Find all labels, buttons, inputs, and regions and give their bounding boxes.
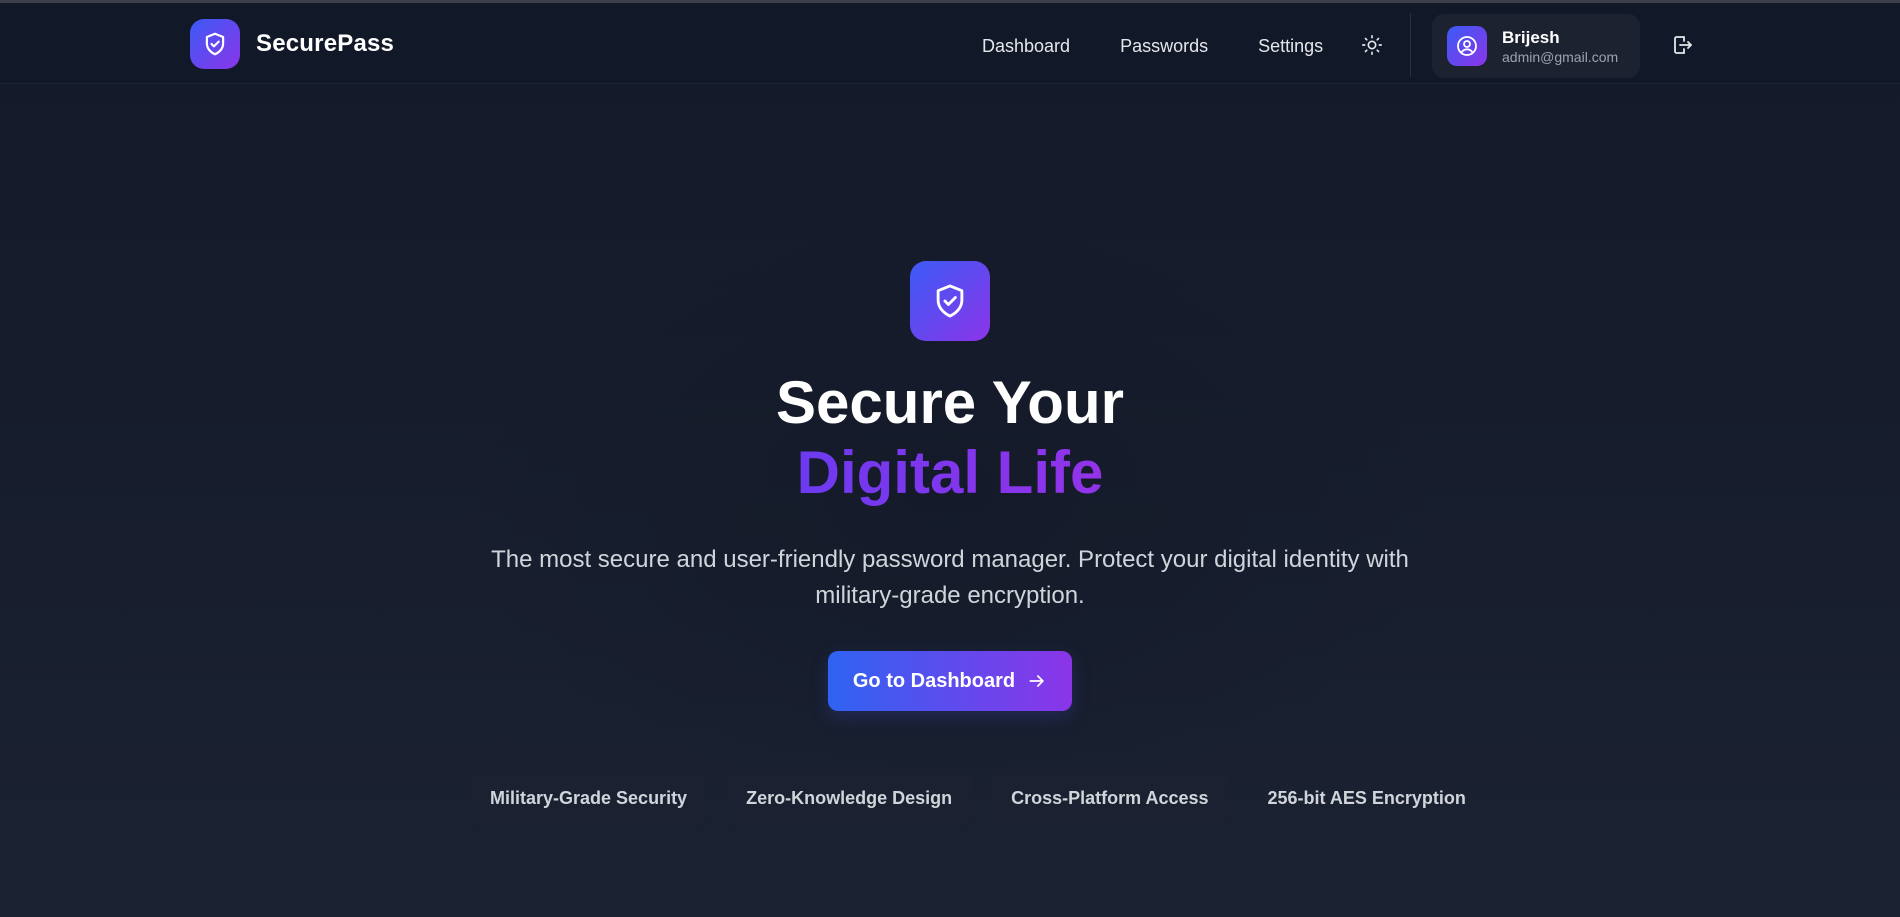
sun-icon bbox=[1362, 35, 1382, 55]
logout-button[interactable] bbox=[1669, 32, 1695, 58]
feature-list: Military-Grade Security Zero-Knowledge D… bbox=[470, 770, 1486, 826]
shield-check-icon bbox=[910, 261, 990, 341]
brand[interactable]: SecurePass bbox=[190, 19, 394, 69]
arrow-right-icon bbox=[1029, 675, 1044, 687]
user-info: Brijesh admin@gmail.com bbox=[1502, 27, 1618, 66]
hero-title-highlight-text: Digital Life bbox=[796, 439, 1104, 506]
nav-link-passwords[interactable]: Passwords bbox=[1120, 36, 1208, 57]
brand-name: SecurePass bbox=[256, 30, 395, 57]
user-menu[interactable]: Brijesh admin@gmail.com bbox=[1432, 14, 1640, 78]
hero-title-highlight: Digital Life bbox=[0, 438, 1900, 508]
cta-label: Go to Dashboard bbox=[852, 669, 1016, 692]
nav-link-dashboard[interactable]: Dashboard bbox=[982, 36, 1070, 57]
go-to-dashboard-button[interactable]: Go to Dashboard bbox=[828, 651, 1072, 711]
hero-subtitle: The most secure and user-friendly passwo… bbox=[491, 546, 1409, 609]
feature-badge: 256-bit AES Encryption bbox=[1267, 787, 1466, 808]
hero-title: Secure Your bbox=[776, 369, 1124, 436]
nav-divider bbox=[1410, 13, 1411, 77]
feature-badge: Zero-Knowledge Design bbox=[726, 770, 973, 826]
user-name: Brijesh bbox=[1502, 27, 1560, 47]
logout-icon bbox=[1674, 36, 1692, 54]
user-email: admin@gmail.com bbox=[1502, 48, 1619, 65]
user-circle-icon bbox=[1447, 26, 1487, 66]
feature-badge: Military-Grade Security bbox=[470, 770, 708, 826]
navbar: SecurePass Dashboard Passwords Settings bbox=[0, 3, 1900, 84]
feature-badge: Cross-Platform Access bbox=[991, 770, 1229, 826]
shield-check-icon bbox=[190, 19, 240, 69]
nav-links: Dashboard Passwords Settings bbox=[982, 31, 1373, 61]
theme-toggle-button[interactable] bbox=[1358, 31, 1386, 59]
nav-link-settings[interactable]: Settings bbox=[1258, 36, 1323, 57]
